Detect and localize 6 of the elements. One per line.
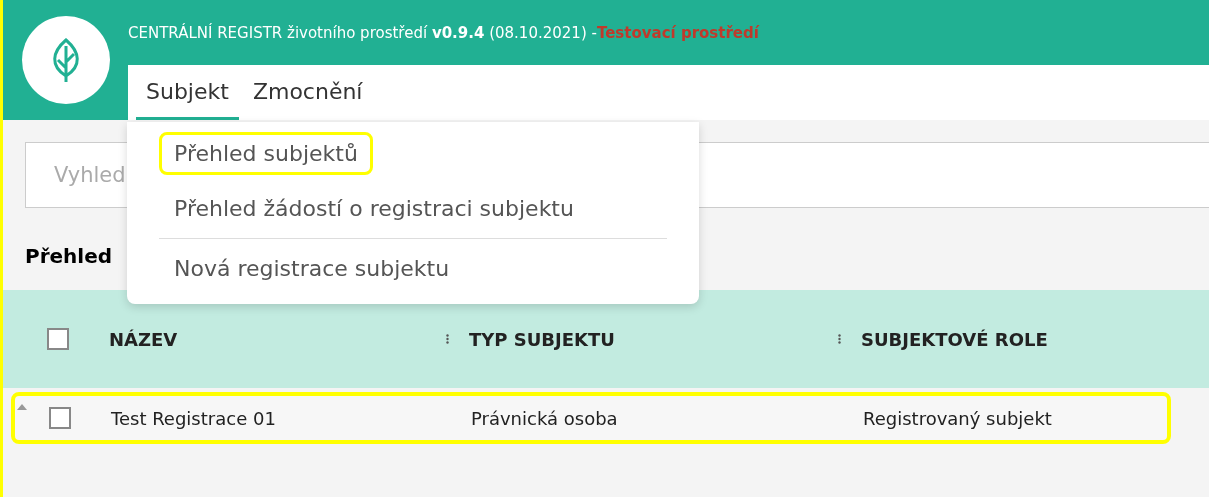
section-title: Přehled: [25, 244, 113, 268]
app-title: CENTRÁLNÍ REGISTR životního prostředí v0.9.4 (08.10.2021) -: [128, 23, 597, 42]
table-cell: Právnická osoba: [471, 407, 618, 429]
table-cell: Test Registrace 01: [111, 407, 276, 429]
table-cell: Registrovaný subjekt: [863, 407, 1052, 429]
environment-label: Testovací prostředí: [596, 23, 759, 42]
